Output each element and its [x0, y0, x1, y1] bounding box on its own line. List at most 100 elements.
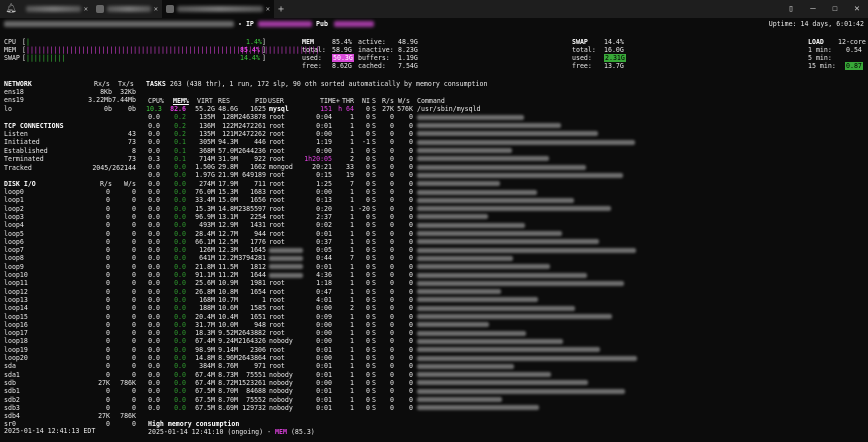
proc-write: 0 [409, 138, 413, 147]
uptime: Uptime: 14 days, 6:01:42 [768, 20, 864, 28]
proc-virt: 66.1M [195, 237, 215, 246]
proc-virt: 55.2G [195, 105, 215, 113]
tab-1[interactable]: ✕ [22, 0, 92, 18]
proc-mem: 0.0 [174, 345, 186, 354]
col-s[interactable]: S [372, 97, 376, 105]
proc-pid: 75552 [246, 395, 266, 404]
proc-res: 15.0M [218, 196, 238, 205]
disk-title: DISK I/O [4, 180, 36, 188]
proc-res: 10.0M [218, 320, 238, 329]
proc-res: 13.1M [218, 212, 238, 221]
proc-virt: 14.8M [195, 354, 215, 362]
proc-virt: 188M [199, 304, 215, 313]
col-ws[interactable]: W/s [398, 97, 410, 105]
proc-command-redacted [417, 131, 598, 137]
proc-res: 11.5M [218, 262, 238, 271]
proc-state: S [372, 354, 376, 362]
proc-res: 12.5M [218, 237, 238, 246]
proc-thr: 1 [350, 121, 354, 130]
proc-mem: 0.0 [174, 354, 186, 362]
proc-virt: 1.97G [195, 171, 215, 180]
proc-command-redacted [417, 322, 489, 328]
proc-thr: 2 [350, 304, 354, 313]
close-window-icon[interactable]: ✕ [846, 4, 868, 14]
proc-ni: 0 [366, 196, 370, 205]
proc-user: nobody [269, 378, 293, 387]
proc-res: 12.9M [218, 221, 238, 230]
proc-pid: 1981 [250, 279, 266, 288]
load-1: 0.54 [846, 46, 862, 54]
col-cpu[interactable]: CPU% [148, 97, 164, 105]
col-thr[interactable]: THR [342, 97, 354, 105]
sidebar-icon[interactable]: ▯ [780, 4, 802, 14]
proc-pid: 2472261 [238, 121, 266, 130]
proc-pid: 1651 [250, 312, 266, 321]
proc-pid: 711 [254, 179, 266, 188]
proc-cpu: 0.0 [148, 237, 160, 246]
proc-write: 0 [409, 229, 413, 238]
proc-state: S [372, 329, 376, 338]
proc-write: 0 [409, 287, 413, 296]
tab-3-active[interactable]: ✕ [162, 0, 274, 18]
proc-res: 8.72M [218, 378, 238, 387]
col-user[interactable]: USER [268, 97, 284, 105]
proc-read: 0 [390, 304, 394, 313]
proc-read: 0 [390, 237, 394, 246]
proc-virt: 641M [199, 254, 215, 263]
proc-ni: 0 [366, 229, 370, 238]
col-time[interactable]: TIME+ [320, 97, 340, 105]
new-tab-button[interactable]: + [274, 4, 288, 15]
col-pid[interactable]: PID [255, 97, 267, 105]
proc-cpu: 0.0 [148, 304, 160, 313]
proc-virt: 76.0M [195, 188, 215, 196]
proc-time: 0:01 [316, 229, 332, 238]
col-mem[interactable]: MEM% [173, 97, 189, 105]
col-ni[interactable]: NI [362, 97, 370, 105]
proc-read: 0 [390, 138, 394, 147]
proc-pid: 1 [262, 295, 266, 304]
tasks-label: TASKS [146, 80, 166, 88]
proc-virt: 384M [199, 362, 215, 371]
proc-command-redacted [417, 214, 488, 220]
disk-name: loop10 [4, 271, 28, 279]
proc-time: 4:36 [316, 271, 332, 279]
proc-res: 10.8M [218, 287, 238, 296]
proc-read: 0 [390, 345, 394, 354]
close-icon[interactable]: ✕ [266, 5, 270, 13]
tcp-state: Initiated [4, 138, 40, 147]
proc-cpu: 0.0 [148, 121, 160, 130]
proc-state: S [372, 320, 376, 329]
proc-user: nobody [269, 395, 293, 404]
close-icon[interactable]: ✕ [154, 5, 158, 13]
tab-3-title [177, 6, 263, 12]
tab-2[interactable]: ✕ [92, 0, 162, 18]
proc-thr: 1 [350, 279, 354, 288]
proc-read: 0 [390, 329, 394, 338]
disk-read: 0 [106, 403, 110, 412]
proc-time: 2:37 [316, 212, 332, 221]
proc-read: 0 [390, 188, 394, 196]
pub-value [334, 20, 376, 28]
proc-read: 0 [390, 163, 394, 172]
tcp-state: Tracked [4, 163, 32, 172]
col-command[interactable]: Command [417, 97, 445, 105]
col-rs[interactable]: R/s [382, 97, 394, 105]
disk-name: loop13 [4, 295, 28, 304]
proc-pid: 944 [254, 229, 266, 238]
disk-read: 0 [106, 329, 110, 338]
proc-command-redacted [417, 272, 587, 278]
proc-command-redacted [417, 206, 611, 212]
proc-user: root [269, 345, 285, 354]
close-icon[interactable]: ✕ [84, 5, 88, 13]
tcp-count: 73 [128, 155, 136, 164]
bell-icon[interactable]: 🔔︎ [0, 4, 22, 14]
col-res[interactable]: RES [218, 97, 230, 105]
proc-res: 12.2M [218, 254, 238, 263]
proc-res: 9.52M [218, 329, 238, 338]
col-virt[interactable]: VIRT [197, 97, 213, 105]
disk-name: loop1 [4, 196, 24, 205]
proc-virt: 26.8M [195, 287, 215, 296]
maximize-icon[interactable]: ☐ [824, 4, 846, 14]
proc-time: 1:25 [316, 179, 332, 188]
minimize-icon[interactable]: — [802, 4, 824, 14]
